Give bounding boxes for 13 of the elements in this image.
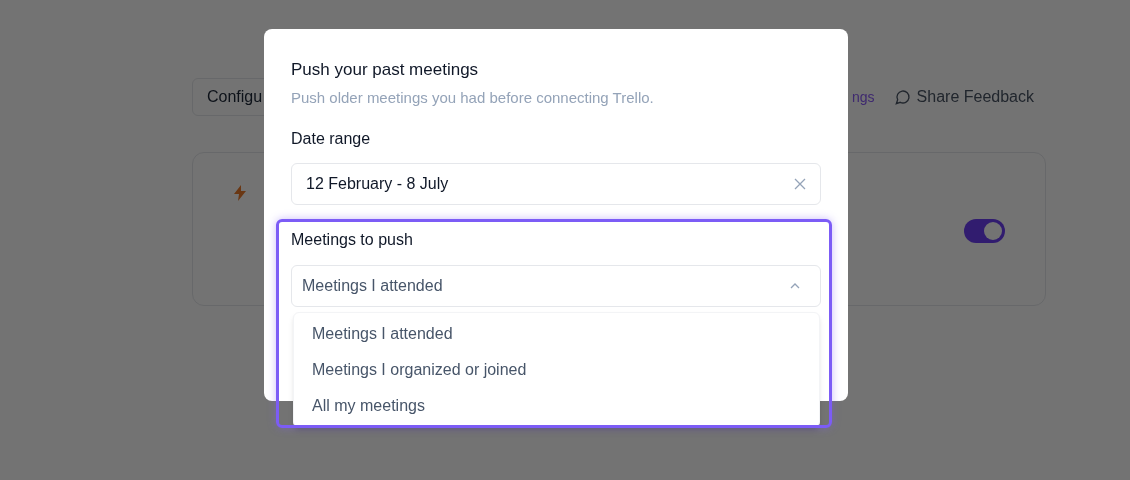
close-icon[interactable] [794, 178, 806, 190]
dropdown-option[interactable]: All my meetings [294, 388, 819, 424]
bolt-icon [233, 185, 247, 201]
chevron-icon [790, 283, 800, 289]
meetings-select[interactable]: Meetings I attended [291, 265, 821, 307]
dialog-title: Push your past meetings [291, 59, 480, 81]
toggle-switch[interactable] [964, 219, 1005, 243]
field-label: Date range [291, 129, 372, 149]
chat-bubble-icon [894, 89, 911, 105]
dropdown-option[interactable]: Meetings I attended [294, 316, 819, 352]
date-range-field[interactable]: 12 February - 8 July [291, 163, 821, 205]
dropdown-option[interactable]: Meetings I organized or joined [294, 352, 819, 388]
field-label: Meetings to push [291, 230, 414, 250]
